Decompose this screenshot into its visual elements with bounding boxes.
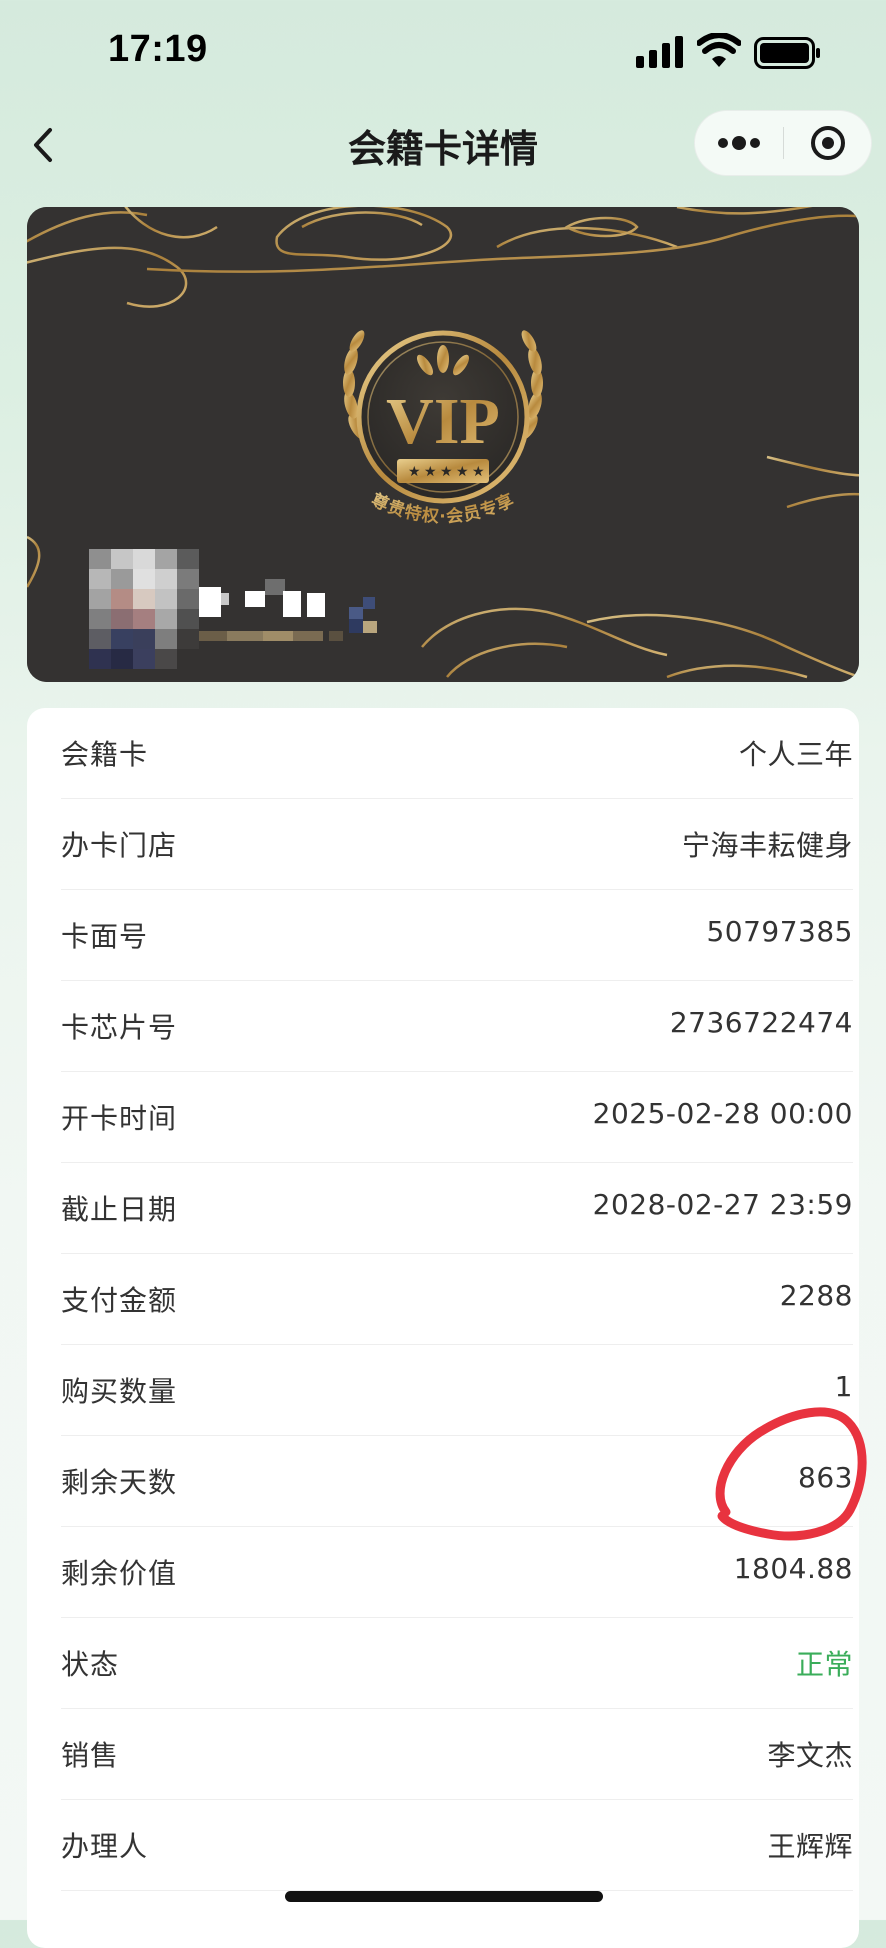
detail-row-chip-number: 卡芯片号 2736722474	[61, 981, 853, 1072]
status-bar: 17:19	[0, 0, 886, 104]
navigation-bar: 会籍卡详情	[0, 104, 886, 184]
detail-value: 1804.88	[733, 1552, 853, 1585]
svg-text:★: ★	[408, 464, 421, 480]
detail-label: 截止日期	[61, 1193, 178, 1226]
detail-value: 宁海丰耘健身	[681, 829, 853, 862]
close-mini-program-button[interactable]	[784, 111, 872, 175]
status-time: 17:19	[108, 28, 208, 70]
detail-row-open-time: 开卡时间 2025-02-28 00:00	[61, 1072, 853, 1163]
detail-row-payment-amount: 支付金额 2288	[61, 1254, 853, 1345]
svg-text:★: ★	[424, 464, 437, 480]
detail-value: 个人三年	[738, 738, 853, 771]
detail-value: 1	[834, 1370, 853, 1403]
detail-row-card-number: 卡面号 50797385	[61, 890, 853, 981]
detail-row-sales: 销售 李文杰	[61, 1709, 853, 1800]
avatar	[89, 549, 199, 669]
status-badge: 正常	[795, 1648, 853, 1681]
detail-value: 2025-02-28 00:00	[592, 1097, 853, 1130]
detail-row-store: 办卡门店 宁海丰耘健身	[61, 799, 853, 890]
detail-label: 购买数量	[61, 1375, 178, 1408]
detail-value: 50797385	[706, 915, 853, 948]
detail-row-remaining-value: 剩余价值 1804.88	[61, 1527, 853, 1618]
detail-value: 2028-02-27 23:59	[592, 1188, 853, 1221]
detail-value: 2288	[779, 1279, 853, 1312]
detail-value: 863	[798, 1461, 853, 1494]
detail-row-status: 状态 正常	[61, 1618, 853, 1709]
mini-program-capsule	[694, 110, 872, 176]
detail-value: 王辉辉	[767, 1830, 853, 1863]
detail-row-quantity: 购买数量 1	[61, 1345, 853, 1436]
vip-badge-text: VIP	[386, 385, 500, 458]
battery-icon	[754, 37, 820, 69]
close-target-icon	[811, 126, 845, 160]
detail-label: 开卡时间	[61, 1102, 178, 1135]
detail-label: 卡面号	[61, 920, 149, 953]
detail-label: 会籍卡	[61, 738, 149, 771]
detail-row-remaining-days: 剩余天数 863	[61, 1436, 853, 1527]
svg-text:★: ★	[472, 464, 485, 480]
svg-text:★: ★	[456, 464, 469, 480]
detail-label: 支付金额	[61, 1284, 178, 1317]
more-dots-icon	[718, 136, 760, 150]
svg-text:★: ★	[440, 464, 453, 480]
detail-value: 李文杰	[767, 1739, 853, 1772]
five-stars-icon: ★ ★ ★ ★ ★	[408, 464, 485, 480]
vip-membership-card: VIP ★ ★ ★ ★ ★ 尊贵特权·会员专享	[27, 207, 859, 682]
detail-label: 销售	[61, 1739, 120, 1772]
more-menu-button[interactable]	[695, 111, 783, 175]
detail-label: 卡芯片号	[61, 1011, 178, 1044]
detail-label: 剩余天数	[61, 1466, 178, 1499]
detail-label: 办理人	[61, 1830, 149, 1863]
detail-label: 办卡门店	[61, 829, 178, 862]
detail-label: 状态	[61, 1648, 120, 1681]
detail-row-handler: 办理人 王辉辉	[61, 1800, 853, 1891]
member-name-mosaic	[199, 579, 377, 641]
detail-label: 剩余价值	[61, 1557, 178, 1590]
wifi-icon	[697, 33, 741, 67]
cellular-signal-icon	[636, 36, 683, 68]
membership-details-list: 会籍卡 个人三年 办卡门店 宁海丰耘健身 卡面号 50797385 卡芯片号 2…	[27, 708, 859, 1948]
detail-row-expiry-date: 截止日期 2028-02-27 23:59	[61, 1163, 853, 1254]
detail-value: 2736722474	[669, 1006, 853, 1039]
detail-row-card-type: 会籍卡 个人三年	[61, 708, 853, 799]
home-indicator[interactable]	[285, 1891, 603, 1902]
